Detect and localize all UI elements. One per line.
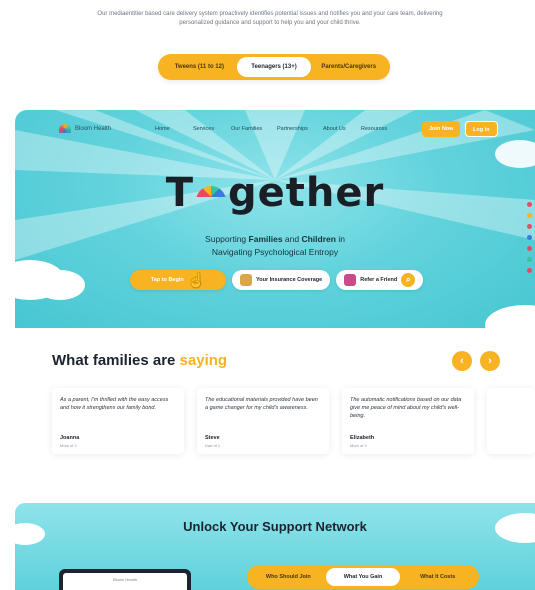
chevron-left-icon: ‹ xyxy=(460,355,464,367)
age-group-toggle[interactable]: Tweens (11 to 12) Teenagers (13+) Parent… xyxy=(158,54,390,80)
insurance-coverage-button[interactable]: Your Insurance Coverage xyxy=(232,270,331,290)
subtitle-text: and xyxy=(282,234,302,244)
hero-subtitle: Supporting Families and Children in Navi… xyxy=(15,233,535,259)
sunburst-background xyxy=(15,110,535,260)
flag-icon[interactable] xyxy=(527,224,532,229)
top-navigation: Bloom Health Home Services Our Families … xyxy=(15,120,535,140)
age-option-tweens[interactable]: Tweens (11 to 12) xyxy=(162,57,237,77)
subtitle-children: Children xyxy=(301,234,336,244)
shield-icon xyxy=(240,274,252,286)
testimonial-quote: As a parent, I'm thrilled with the easy … xyxy=(60,397,169,411)
hero-section: Bloom Health Home Services Our Families … xyxy=(15,110,535,328)
testimonial-quote: The educational materials provided have … xyxy=(205,397,318,411)
support-network-section: Unlock Your Support Network Bloom Health… xyxy=(15,503,535,590)
age-option-parents[interactable]: Parents/Caregivers xyxy=(311,57,386,77)
testimonial-quote: The automatic notifications based on our… xyxy=(350,397,462,419)
testimonial-card-partial xyxy=(487,388,535,454)
nav-link-our-families[interactable]: Our Families xyxy=(231,126,262,132)
subtitle-text: in xyxy=(335,234,345,244)
nav-link-partnerships[interactable]: Partnerships xyxy=(277,126,308,132)
insurance-label: Your Insurance Coverage xyxy=(256,277,323,283)
flag-icon[interactable] xyxy=(527,268,532,273)
tap-to-begin-label: Tap to Begin xyxy=(150,277,184,283)
cloud-decoration xyxy=(35,270,85,300)
join-now-button[interactable]: Join Now xyxy=(422,121,461,137)
nav-link-about-us[interactable]: About Us xyxy=(323,126,346,132)
intro-text: Our mediaentitier based care delivery sy… xyxy=(97,11,443,26)
age-option-teenagers[interactable]: Teenagers (13+) xyxy=(236,57,312,77)
next-testimonial-button[interactable]: › xyxy=(480,351,500,371)
logo[interactable]: Bloom Health xyxy=(59,124,111,133)
testimonial-role: Mom of 2 xyxy=(60,443,77,448)
tap-to-begin-button[interactable]: Tap to Begin ☝ xyxy=(130,270,226,290)
testimonial-card: The educational materials provided have … xyxy=(197,388,329,454)
support-title: Unlock Your Support Network xyxy=(183,519,367,534)
intro-section: Our mediaentitier based care delivery sy… xyxy=(0,0,535,100)
title-highlight: saying xyxy=(179,352,228,369)
testimonial-role: Mom of 3 xyxy=(350,443,367,448)
device-screen: Bloom Health xyxy=(63,573,187,590)
testimonial-name: Steve xyxy=(205,435,220,441)
nav-link-services[interactable]: Services xyxy=(193,126,214,132)
login-button[interactable]: Log in xyxy=(465,121,498,137)
hero-title-right: gether xyxy=(228,170,385,216)
rainbow-logo-icon xyxy=(59,124,71,133)
tab-what-it-costs[interactable]: What It Costs xyxy=(400,568,475,586)
nav-link-home[interactable]: Home xyxy=(155,126,170,132)
prev-testimonial-button[interactable]: ‹ xyxy=(452,351,472,371)
tab-who-should-join[interactable]: Who Should Join xyxy=(251,568,326,586)
testimonial-name: Elizabeth xyxy=(350,435,375,441)
refer-label: Refer a Friend xyxy=(360,277,398,283)
refer-a-friend-button[interactable]: Refer a Friend ⌕ xyxy=(336,270,424,290)
chevron-right-icon: › xyxy=(488,355,492,367)
testimonial-role: Dad of 1 xyxy=(205,443,221,448)
nav-link-resources[interactable]: Resources xyxy=(361,126,387,132)
hand-pointer-icon: ☝ xyxy=(187,272,206,288)
hero-actions: Tap to Begin ☝ Your Insurance Coverage R… xyxy=(130,270,424,290)
support-tabs[interactable]: Who Should Join What You Gain What It Co… xyxy=(247,565,479,589)
subtitle-text: Supporting xyxy=(205,234,249,244)
testimonial-name: Joanna xyxy=(60,435,80,441)
hero-title-left: T xyxy=(165,170,195,216)
testimonial-card: As a parent, I'm thrilled with the easy … xyxy=(52,388,184,454)
title-prefix: What families are xyxy=(52,352,180,369)
friends-icon xyxy=(344,274,357,286)
subtitle-line2: Navigating Psychological Entropy xyxy=(211,247,339,257)
search-icon: ⌕ xyxy=(401,273,416,287)
logo-text: Bloom Health xyxy=(75,125,112,132)
testimonials-title: What families are saying xyxy=(52,352,227,369)
laptop-preview: Bloom Health xyxy=(59,569,191,590)
rainbow-icon xyxy=(196,186,227,208)
testimonial-card: The automatic notifications based on our… xyxy=(342,388,474,454)
subtitle-families: Families xyxy=(248,234,283,244)
tab-what-you-gain[interactable]: What You Gain xyxy=(325,568,401,586)
hero-title: T gether xyxy=(15,170,535,216)
